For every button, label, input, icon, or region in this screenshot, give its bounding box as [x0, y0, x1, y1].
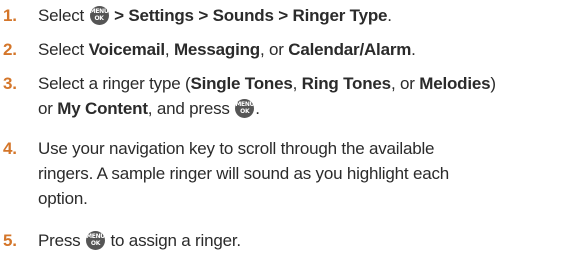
instruction-steps: 1. Select MENU OK > Settings > Sounds > R… [0, 0, 582, 262]
menu-ok-key-icon: MENU OK [89, 6, 109, 25]
bold-term: Melodies [419, 74, 491, 93]
instruction-text: Select a ringer type ( [38, 74, 191, 93]
instruction-text: Select [38, 6, 89, 25]
instruction-text: option. [38, 189, 88, 208]
step-number: 4. [3, 139, 17, 158]
ok-key-label: OK [90, 240, 101, 247]
step-text: Select MENU OK > Settings > Sounds > Ring… [38, 3, 582, 28]
step-text: Select a ringer type (Single Tones, Ring… [38, 71, 582, 121]
instruction-text: Press [38, 231, 85, 250]
step-number: 1. [3, 6, 17, 25]
instruction-text: , and press [147, 99, 235, 118]
instruction-text: . [411, 40, 416, 59]
instruction-text: ) [490, 74, 496, 93]
bold-term: Calendar/Alarm [288, 40, 412, 59]
ok-key-label: OK [240, 108, 250, 115]
menu-key-label: MENU [89, 8, 109, 15]
menu-ok-key-icon: MENU OK [85, 231, 105, 250]
ok-key-label: OK [94, 15, 104, 22]
menu-ok-key-icon: MENU OK [235, 99, 254, 118]
instruction-text: . [255, 99, 260, 118]
instruction-text: , or [260, 40, 289, 59]
bold-term: Single Tones [190, 74, 293, 93]
bold-term: Ring Tones [301, 74, 391, 93]
bold-term: Messaging [173, 40, 260, 59]
step-text: Press MENU OK to assign a ringer. [38, 228, 582, 253]
step-text: Use your navigation key to scroll throug… [38, 136, 582, 211]
bold-term: My Content [57, 99, 148, 118]
instruction-text: Select [38, 40, 89, 59]
step-number: 3. [3, 74, 17, 93]
bold-term: > Settings > Sounds > Ringer Type [109, 6, 388, 25]
instruction-text: to assign a ringer. [105, 231, 242, 250]
menu-key-label: MENU [235, 101, 255, 108]
instruction-text: or [38, 99, 58, 118]
instruction-text: , or [390, 74, 420, 93]
instruction-text: , [164, 40, 174, 59]
step-text: Select Voicemail, Messaging, or Calendar… [38, 37, 582, 62]
bold-term: Voicemail [88, 40, 166, 59]
instruction-text: , [292, 74, 302, 93]
menu-key-label: MENU [86, 233, 105, 240]
step-number: 2. [3, 40, 17, 59]
instruction-text: . [387, 6, 392, 25]
step-number: 5. [3, 231, 17, 250]
instruction-text: Use your navigation key to scroll throug… [38, 139, 435, 158]
instruction-text: ringers. A sample ringer will sound as y… [38, 164, 450, 183]
